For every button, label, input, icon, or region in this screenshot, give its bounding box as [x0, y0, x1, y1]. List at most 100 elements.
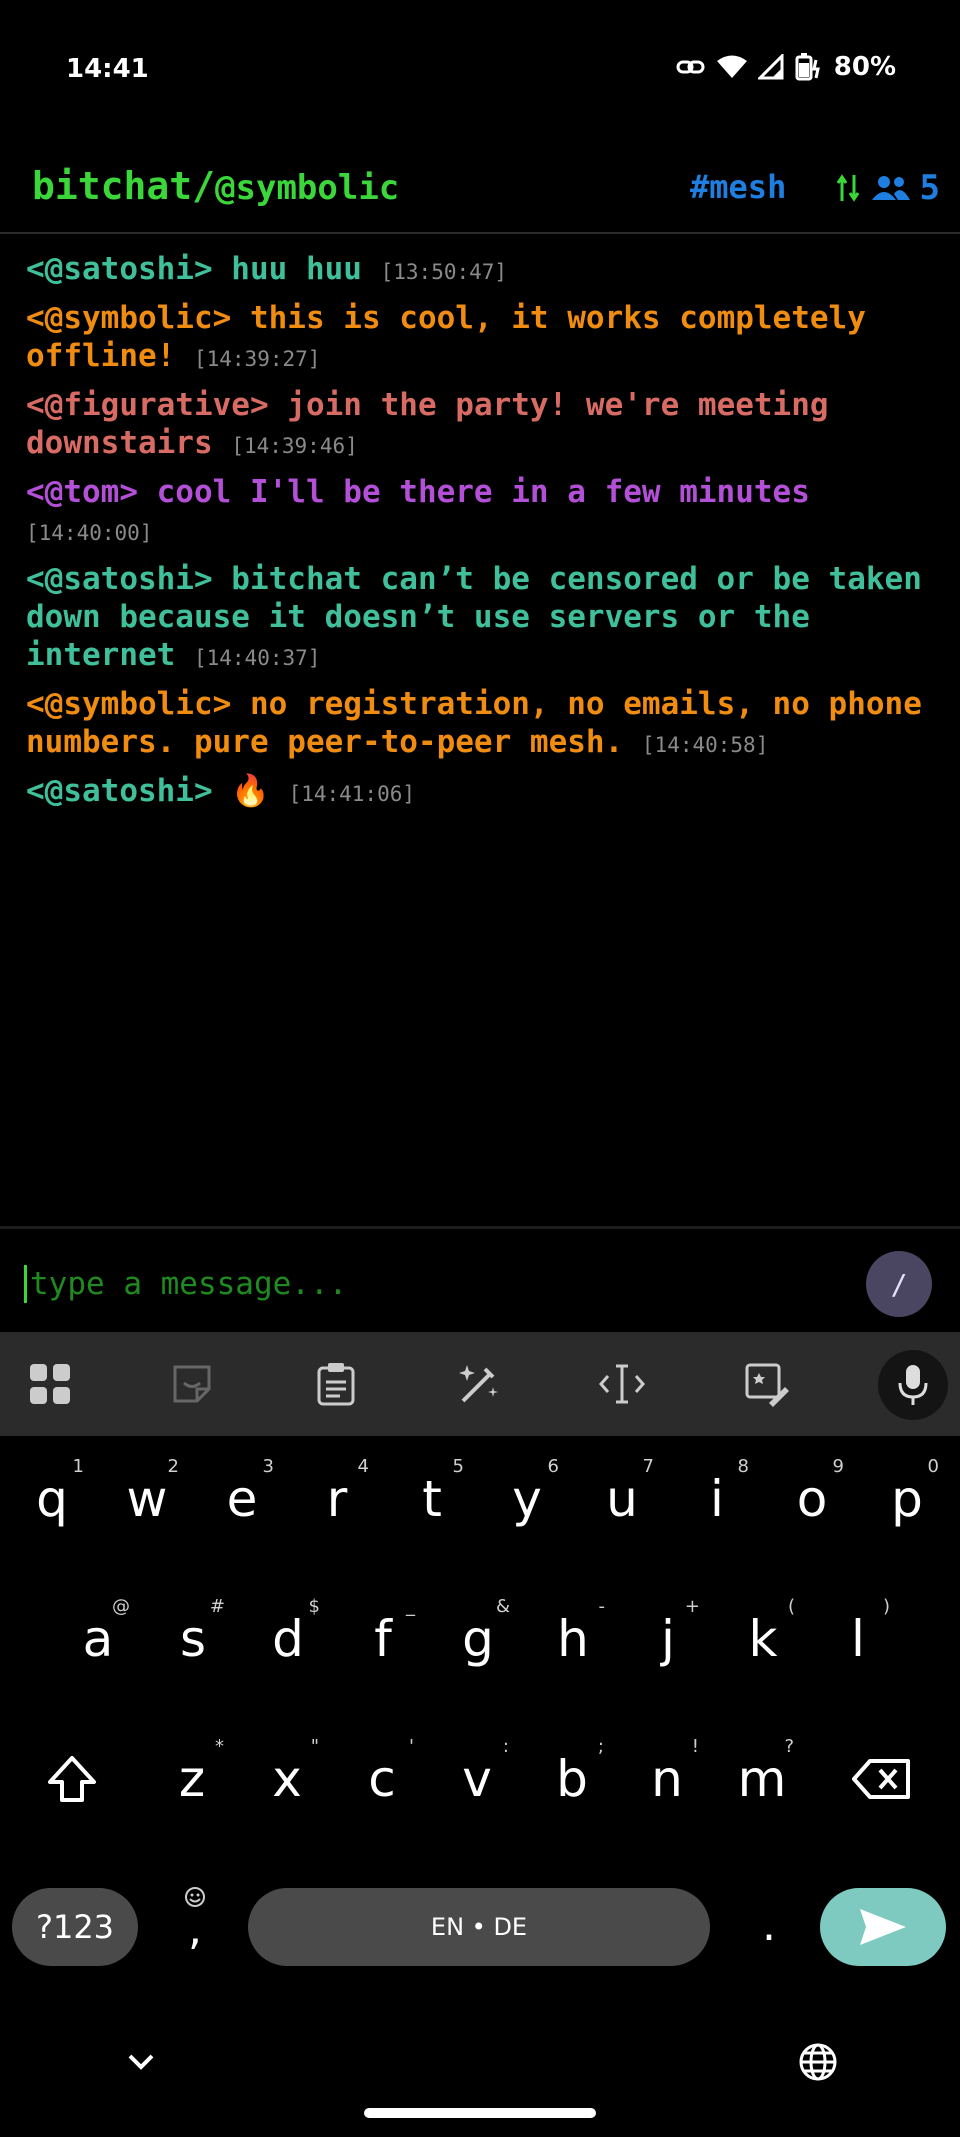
key-t[interactable]: t5: [388, 1444, 476, 1554]
key-g[interactable]: g &: [434, 1584, 522, 1694]
key-label: p: [891, 1470, 923, 1528]
globe-icon[interactable]: [798, 2042, 838, 2082]
message-sender[interactable]: <@tom>: [26, 474, 138, 510]
message[interactable]: <@satoshi> 🔥 [14:41:06]: [26, 772, 926, 813]
shift-key[interactable]: [28, 1724, 116, 1834]
key-hint: 4: [357, 1456, 369, 1477]
key-j[interactable]: j +: [624, 1584, 712, 1694]
text-cursor-icon[interactable]: [592, 1354, 652, 1414]
key-m[interactable]: m?: [718, 1724, 806, 1834]
key-w[interactable]: w2: [103, 1444, 191, 1554]
key-x[interactable]: x ": [243, 1724, 331, 1834]
voice-input-button[interactable]: [878, 1350, 948, 1420]
key-label: o: [796, 1470, 828, 1528]
key-l[interactable]: l): [814, 1584, 902, 1694]
key-label: s: [179, 1610, 207, 1668]
signal-icon: [757, 54, 784, 80]
key-hint: 2: [167, 1456, 179, 1477]
key-c[interactable]: c ': [338, 1724, 426, 1834]
key-b[interactable]: b;: [528, 1724, 616, 1834]
period-key[interactable]: .: [752, 1890, 792, 1970]
key-hint: ": [310, 1736, 319, 1757]
message-input[interactable]: [28, 1259, 832, 1309]
key-row-3: z * x " c ' v: b; n! m?: [0, 1724, 960, 1844]
app-header: bitchat/@symbolic #mesh 5: [0, 150, 960, 234]
message-input-bar: /: [0, 1226, 960, 1335]
message-sender[interactable]: <@symbolic>: [26, 686, 231, 722]
space-key[interactable]: EN • DE: [248, 1888, 710, 1966]
peer-status[interactable]: 5: [834, 168, 940, 208]
key-label: c: [368, 1750, 396, 1808]
message-timestamp: [14:40:58]: [641, 733, 769, 757]
key-hint: :: [502, 1736, 509, 1757]
mesh-icon: [836, 174, 859, 202]
message-sender[interactable]: <@satoshi>: [26, 773, 213, 809]
message[interactable]: <@satoshi> bitchat can’t be censored or …: [26, 560, 926, 677]
message[interactable]: <@symbolic> no registration, no emails, …: [26, 685, 926, 764]
key-v[interactable]: v:: [433, 1724, 521, 1834]
message-timestamp: [14:39:27]: [193, 347, 321, 371]
message-sender[interactable]: <@figurative>: [26, 387, 269, 423]
key-hint: *: [215, 1736, 224, 1757]
channel-name[interactable]: #mesh: [690, 168, 786, 206]
app-title[interactable]: bitchat/@symbolic: [32, 164, 399, 208]
command-button[interactable]: /: [866, 1251, 932, 1317]
home-gesture-handle[interactable]: [364, 2108, 596, 2118]
sticker-icon[interactable]: [162, 1354, 222, 1414]
nickname[interactable]: @symbolic: [215, 168, 399, 208]
message-list: <@satoshi> huu huu [13:50:47] <@symbolic…: [26, 250, 926, 821]
message[interactable]: <@tom> cool I'll be there in a few minut…: [26, 473, 926, 552]
key-q[interactable]: q1: [8, 1444, 96, 1554]
key-y[interactable]: y6: [483, 1444, 571, 1554]
key-label: b: [556, 1750, 588, 1808]
key-r[interactable]: r4: [293, 1444, 381, 1554]
key-label: l: [851, 1610, 865, 1668]
message-sender[interactable]: <@satoshi>: [26, 251, 213, 287]
sticker-edit-icon[interactable]: [736, 1354, 796, 1414]
apps-grid-icon[interactable]: [20, 1354, 80, 1414]
message-text: huu huu: [212, 251, 381, 287]
key-label: r: [326, 1470, 348, 1528]
key-s[interactable]: s #: [149, 1584, 237, 1694]
peer-count: 5: [919, 168, 940, 208]
key-i[interactable]: i8: [673, 1444, 761, 1554]
key-n[interactable]: n!: [623, 1724, 711, 1834]
app-name: bitchat/: [32, 164, 216, 208]
message[interactable]: <@figurative> join the party! we're meet…: [26, 386, 926, 465]
key-d[interactable]: d $: [244, 1584, 332, 1694]
key-h[interactable]: h-: [529, 1584, 617, 1694]
key-label: e: [226, 1470, 258, 1528]
message[interactable]: <@symbolic> this is cool, it works compl…: [26, 299, 926, 378]
comma-key[interactable]: ,: [176, 1887, 216, 1970]
key-hint: ): [882, 1596, 890, 1617]
key-o[interactable]: o9: [768, 1444, 856, 1554]
send-key[interactable]: [820, 1888, 946, 1966]
key-p[interactable]: p0: [863, 1444, 951, 1554]
key-hint: 1: [72, 1456, 84, 1477]
key-e[interactable]: e3: [198, 1444, 286, 1554]
key-row-1: q1w2e3r4t5y6u7i8o9p0: [0, 1444, 960, 1564]
key-hint: $: [308, 1596, 320, 1617]
key-label: n: [651, 1750, 683, 1808]
key-hint: 0: [927, 1456, 939, 1477]
message-sender[interactable]: <@symbolic>: [26, 300, 231, 336]
magic-edit-icon[interactable]: [448, 1354, 508, 1414]
symbols-key[interactable]: ?123: [12, 1888, 138, 1966]
chevron-down-icon[interactable]: [126, 2052, 156, 2072]
key-a[interactable]: a @: [54, 1584, 142, 1694]
backspace-icon: [852, 1759, 910, 1799]
key-u[interactable]: u7: [578, 1444, 666, 1554]
key-label: j: [661, 1610, 675, 1668]
key-f[interactable]: f _: [339, 1584, 427, 1694]
message-sender[interactable]: <@satoshi>: [26, 561, 213, 597]
keyboard-toolbar: [0, 1332, 960, 1436]
key-z[interactable]: z *: [148, 1724, 236, 1834]
backspace-key[interactable]: [838, 1724, 926, 1834]
key-label: t: [422, 1470, 442, 1528]
message[interactable]: <@satoshi> huu huu [13:50:47]: [26, 250, 926, 291]
key-k[interactable]: k(: [719, 1584, 807, 1694]
key-label: i: [710, 1470, 724, 1528]
key-label: x: [272, 1750, 302, 1808]
clipboard-icon[interactable]: [306, 1354, 366, 1414]
message-timestamp: [14:41:06]: [288, 782, 416, 806]
